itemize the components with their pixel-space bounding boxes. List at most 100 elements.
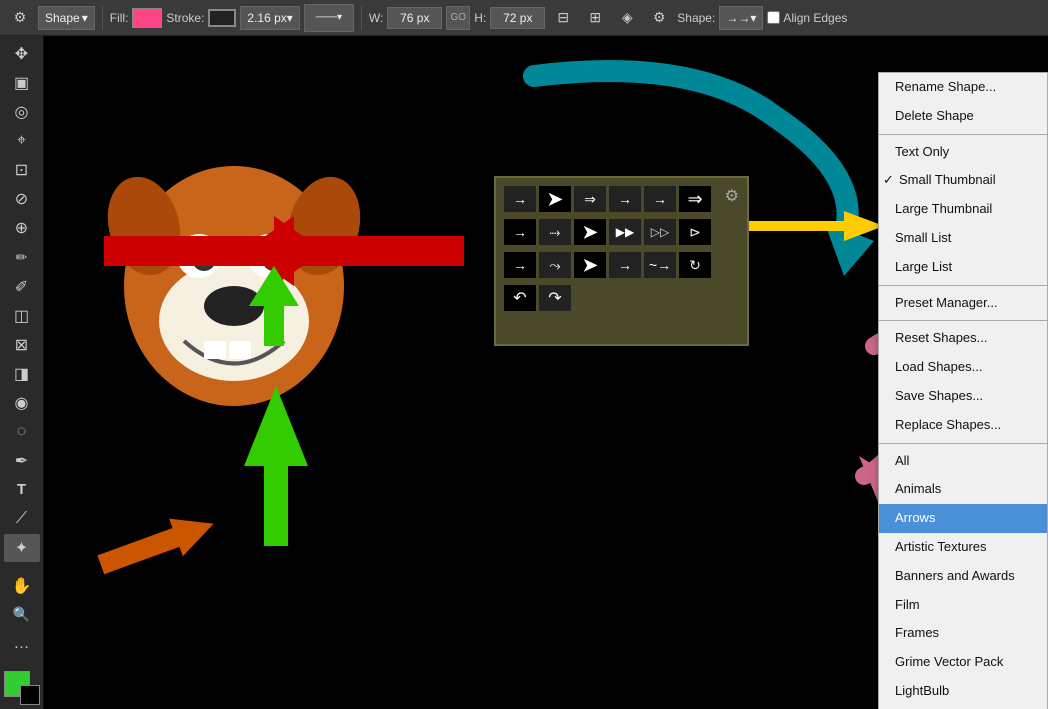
align-edges-check[interactable]: Align Edges: [767, 11, 847, 25]
pen-tool-btn[interactable]: ✒: [4, 447, 40, 475]
green-arrow: [249, 266, 299, 511]
path-tool-btn[interactable]: ⟋: [4, 505, 40, 533]
eraser-tool-btn[interactable]: ⊠: [4, 331, 40, 359]
all-item[interactable]: All: [879, 447, 1047, 476]
grime-vector-pack-item[interactable]: Grime Vector Pack: [879, 648, 1047, 677]
large-list-item[interactable]: Large List: [879, 253, 1047, 282]
menu-separator: [879, 134, 1047, 135]
color-swatches: [4, 671, 40, 705]
text-only-item[interactable]: Text Only: [879, 138, 1047, 167]
frames-item[interactable]: Frames: [879, 619, 1047, 648]
orange-arrow: [94, 505, 220, 584]
small-list-item[interactable]: Small List: [879, 224, 1047, 253]
shape-panel: ⚙ → ➤ ⇒ → → ⇒ → ⤑ ➤ ▶▶ ▷▷ ⊳ → ⤳ ➤ → ~→ ↻: [494, 176, 749, 346]
shape-cell[interactable]: →: [609, 186, 641, 212]
save-shapes-item[interactable]: Save Shapes...: [879, 382, 1047, 411]
film-item[interactable]: Film: [879, 591, 1047, 620]
settings-icon[interactable]: ⚙: [645, 4, 673, 32]
menu-separator3: [879, 320, 1047, 321]
stroke-color-swatch[interactable]: [208, 9, 236, 27]
shape-cell[interactable]: ⊳: [679, 219, 711, 245]
shape-cell[interactable]: ⇒: [679, 186, 711, 212]
shape-label: Shape:: [677, 11, 715, 25]
gradient-tool-btn[interactable]: ◨: [4, 360, 40, 388]
shape-cell[interactable]: ➤: [574, 252, 606, 278]
shape-cell[interactable]: ➤: [574, 219, 606, 245]
more-tool-btn[interactable]: …: [4, 630, 40, 658]
rename-shape-item[interactable]: Rename Shape...: [879, 73, 1047, 102]
w-label: W:: [369, 11, 383, 25]
artistic-textures-item[interactable]: Artistic Textures: [879, 533, 1047, 562]
options-icon[interactable]: ⚙: [6, 4, 34, 32]
shape-cell[interactable]: ~→: [644, 252, 676, 278]
shape-cell[interactable]: ▷▷: [644, 219, 676, 245]
shape-cell[interactable]: →: [504, 219, 536, 245]
separator: [102, 6, 103, 30]
replace-shapes-item[interactable]: Replace Shapes...: [879, 411, 1047, 440]
crop-tool-btn[interactable]: ⊡: [4, 156, 40, 184]
banners-and-awards-item[interactable]: Banners and Awards: [879, 562, 1047, 591]
reset-shapes-item[interactable]: Reset Shapes...: [879, 324, 1047, 353]
shape-cell[interactable]: →: [644, 186, 676, 212]
dog-face: [97, 166, 370, 406]
shape-cell[interactable]: →: [504, 252, 536, 278]
clone-tool-btn[interactable]: ✐: [4, 273, 40, 301]
lightbulb-item[interactable]: LightBulb: [879, 677, 1047, 706]
shape-tool-btn[interactable]: ✦: [4, 534, 40, 562]
arrows-item[interactable]: Arrows: [879, 504, 1047, 533]
shape-cell[interactable]: ▶▶: [609, 219, 641, 245]
width-input[interactable]: [387, 7, 442, 29]
align-edges-label: Align Edges: [783, 11, 847, 25]
red-arrow-left: [104, 216, 324, 286]
align-icon[interactable]: ⊞: [581, 4, 609, 32]
tool-type-label: Shape: [45, 11, 80, 25]
panel-gear-icon[interactable]: ⚙: [725, 186, 739, 206]
shape-cell[interactable]: ⤑: [539, 219, 571, 245]
separator2: [361, 6, 362, 30]
shape-cell[interactable]: ↻: [679, 252, 711, 278]
shape-cell[interactable]: ➤: [539, 186, 571, 212]
align-edges-checkbox[interactable]: [767, 11, 780, 24]
fill-label: Fill:: [110, 11, 129, 25]
fill-color-swatch[interactable]: [132, 8, 162, 28]
healing-tool-btn[interactable]: ⊕: [4, 214, 40, 242]
select-tool-btn[interactable]: ◎: [4, 98, 40, 126]
text-tool-btn[interactable]: T: [4, 476, 40, 504]
layer-icon[interactable]: ◈: [613, 4, 641, 32]
shape-cell[interactable]: →: [609, 252, 641, 278]
constrain-icon[interactable]: ⊟: [549, 4, 577, 32]
shape-cell[interactable]: ↶: [504, 285, 536, 311]
delete-shape-item[interactable]: Delete Shape: [879, 102, 1047, 131]
load-shapes-item[interactable]: Load Shapes...: [879, 353, 1047, 382]
animals-item[interactable]: Animals: [879, 475, 1047, 504]
shape-cell[interactable]: ⇒: [574, 186, 606, 212]
blur-tool-btn[interactable]: ◉: [4, 389, 40, 417]
shape-style-dropdown[interactable]: →→▾: [719, 6, 763, 30]
artboard-tool-btn[interactable]: ▣: [4, 69, 40, 97]
hand-tool-btn[interactable]: ✋: [4, 572, 40, 600]
small-thumbnail-item[interactable]: Small Thumbnail: [879, 166, 1047, 195]
green-arrow-up: [244, 386, 308, 546]
zoom-tool-btn[interactable]: 🔍: [4, 601, 40, 629]
go-button[interactable]: GO: [446, 6, 470, 30]
move-tool-btn[interactable]: ✥: [4, 40, 40, 68]
lasso-tool-btn[interactable]: ⌖: [4, 127, 40, 155]
menu-separator2: [879, 285, 1047, 286]
stroke-style-dropdown[interactable]: ───▾: [304, 4, 354, 32]
stroke-width-display[interactable]: 2.16 px ▾: [240, 6, 299, 30]
eyedropper-tool-btn[interactable]: ⊘: [4, 185, 40, 213]
stroke-label: Stroke:: [166, 11, 204, 25]
shape-cell[interactable]: ⤳: [539, 252, 571, 278]
shape-cell[interactable]: →: [504, 186, 536, 212]
dodge-tool-btn[interactable]: ◌: [4, 418, 40, 446]
preset-manager-item[interactable]: Preset Manager...: [879, 289, 1047, 318]
red-arrow-right: [244, 216, 464, 286]
background-color-swatch[interactable]: [20, 685, 40, 705]
canvas: ⚙ → ➤ ⇒ → → ⇒ → ⤑ ➤ ▶▶ ▷▷ ⊳ → ⤳ ➤ → ~→ ↻: [44, 36, 1048, 709]
large-thumbnail-item[interactable]: Large Thumbnail: [879, 195, 1047, 224]
tool-type-dropdown[interactable]: Shape ▾: [38, 6, 95, 30]
history-tool-btn[interactable]: ◫: [4, 302, 40, 330]
height-input[interactable]: [490, 7, 545, 29]
brush-tool-btn[interactable]: ✏: [4, 243, 40, 271]
shape-cell[interactable]: ↷: [539, 285, 571, 311]
